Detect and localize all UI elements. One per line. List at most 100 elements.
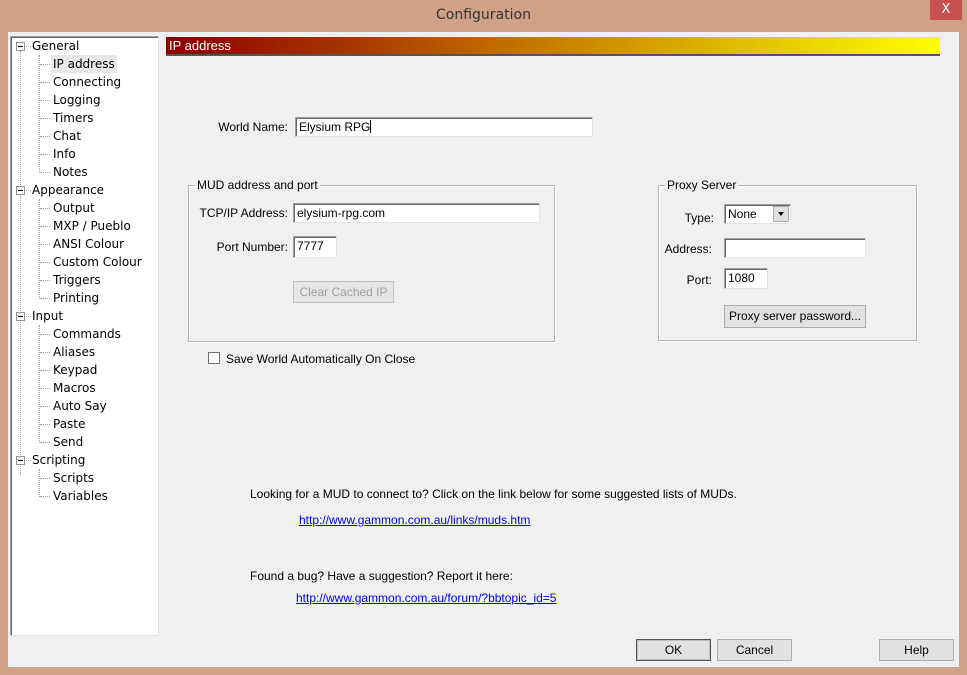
mud-list-link[interactable]: http://www.gammon.com.au/links/muds.htm [299,513,530,527]
port-number-value: 7777 [297,239,324,253]
chevron-down-icon[interactable] [773,206,789,222]
tree-item-triggers[interactable]: Triggers [51,271,103,289]
tree-item-macros[interactable]: Macros [51,379,98,397]
tree-group-appearance[interactable]: Appearance [32,181,104,199]
tree-connector [40,82,50,83]
tree-connector [40,496,50,497]
settings-tree[interactable]: General IP address Connecting Logging Ti… [10,36,159,636]
tree-item-chat[interactable]: Chat [51,127,83,145]
collapse-appearance-icon[interactable] [16,186,25,195]
tree-connector [39,55,40,173]
tree-group-scripting[interactable]: Scripting [32,451,85,469]
proxy-type-label: Type: [684,211,714,225]
world-name-value: Elysium RPG [299,120,371,134]
ok-button[interactable]: OK [636,639,711,661]
tree-item-keypad[interactable]: Keypad [51,361,99,379]
mud-address-group-title: MUD address and port [195,178,320,192]
bug-report-text: Found a bug? Have a suggestion? Report i… [250,569,513,583]
tree-connector [40,352,50,353]
collapse-general-icon[interactable] [16,42,25,51]
tree-item-commands[interactable]: Commands [51,325,123,343]
tree-connector [40,244,50,245]
tree-connector [26,316,31,317]
tree-item-output[interactable]: Output [51,199,97,217]
help-button[interactable]: Help [879,639,954,661]
proxy-port-input[interactable]: 1080 [724,268,768,289]
page-header-bar: IP address [166,37,940,56]
tree-item-mxp-pueblo[interactable]: MXP / Pueblo [51,217,133,235]
tree-group-general[interactable]: General [32,37,79,55]
proxy-port-value: 1080 [728,271,755,285]
cancel-button[interactable]: Cancel [717,639,792,661]
tree-connector [40,208,50,209]
mud-list-text: Looking for a MUD to connect to? Click o… [250,487,737,501]
tree-connector [40,280,50,281]
world-name-input[interactable]: Elysium RPG [295,117,593,137]
proxy-port-label: Port: [686,273,712,287]
tcpip-address-input[interactable]: elysium-rpg.com [293,203,540,223]
tree-connector [40,334,50,335]
tree-connector [26,46,31,47]
tree-connector [26,460,31,461]
tree-connector [40,100,50,101]
tree-item-notes[interactable]: Notes [51,163,90,181]
tree-connector [26,190,31,191]
tree-connector [39,325,40,443]
tree-connector [39,469,40,497]
tree-connector [40,406,50,407]
tree-item-send[interactable]: Send [51,433,85,451]
tree-item-ip-address[interactable]: IP address [51,55,117,73]
tree-connector [40,172,50,173]
tree-connector [40,262,50,263]
proxy-type-value: None [728,207,757,221]
tree-connector [40,442,50,443]
tree-connector [40,388,50,389]
tree-item-paste[interactable]: Paste [51,415,87,433]
close-icon: X [941,2,951,17]
proxy-password-button[interactable]: Proxy server password... [724,305,866,328]
tree-group-input[interactable]: Input [32,307,63,325]
tree-connector [40,64,50,65]
title-bar[interactable]: Configuration X [0,0,967,32]
proxy-server-group-title: Proxy Server [665,178,739,192]
world-name-label: World Name: [218,120,288,134]
clear-cached-ip-button[interactable]: Clear Cached IP [293,281,394,303]
window-title: Configuration [436,7,531,23]
tree-connector [40,154,50,155]
bug-report-link[interactable]: http://www.gammon.com.au/forum/?bbtopic_… [296,591,556,605]
collapse-input-icon[interactable] [16,312,25,321]
close-button[interactable]: X [930,0,962,20]
tree-item-timers[interactable]: Timers [51,109,96,127]
tcpip-address-label: TCP/IP Address: [199,206,288,220]
tree-item-printing[interactable]: Printing [51,289,101,307]
tree-connector [40,424,50,425]
port-number-label: Port Number: [216,240,288,254]
tree-connector [40,136,50,137]
tree-item-aliases[interactable]: Aliases [51,343,97,361]
collapse-scripting-icon[interactable] [16,456,25,465]
tree-item-auto-say[interactable]: Auto Say [51,397,109,415]
tree-item-variables[interactable]: Variables [51,487,110,505]
tree-connector [20,51,21,475]
tree-connector [40,370,50,371]
tree-connector [40,226,50,227]
tree-connector [40,298,50,299]
proxy-type-select[interactable]: None [724,204,791,224]
tcpip-address-value: elysium-rpg.com [297,206,386,220]
tree-item-custom-colour[interactable]: Custom Colour [51,253,144,271]
tree-item-ansi-colour[interactable]: ANSI Colour [51,235,126,253]
save-world-checkbox[interactable] [208,352,220,364]
tree-connector [40,478,50,479]
tree-item-logging[interactable]: Logging [51,91,103,109]
tree-item-info[interactable]: Info [51,145,78,163]
tree-connector [40,118,50,119]
tree-item-scripts[interactable]: Scripts [51,469,96,487]
tree-connector [39,199,40,299]
text-caret [370,120,372,133]
save-world-label[interactable]: Save World Automatically On Close [226,352,415,366]
port-number-input[interactable]: 7777 [293,236,337,258]
proxy-address-input[interactable] [724,238,866,258]
proxy-address-label: Address: [664,242,712,256]
page-title: IP address [169,38,231,53]
tree-item-connecting[interactable]: Connecting [51,73,123,91]
